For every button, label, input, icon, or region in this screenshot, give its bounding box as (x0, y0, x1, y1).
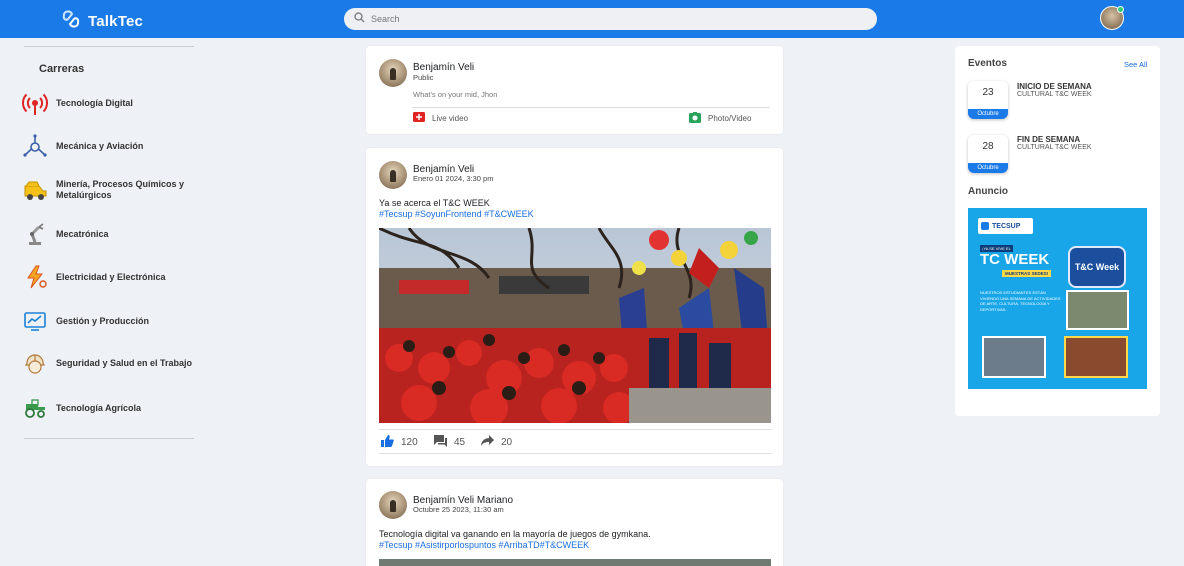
online-status-indicator (1117, 6, 1124, 13)
post-text: Ya se acerca el T&C WEEK (379, 198, 490, 208)
composer-input[interactable]: What's on your mid, Jhon (413, 90, 497, 99)
post-author-avatar[interactable] (379, 491, 407, 519)
event-day: 28 (982, 141, 994, 152)
post-date: Enero 01 2024, 3:30 pm (413, 174, 494, 183)
sidebar-item-mecatronica[interactable]: Mecatrónica (22, 221, 197, 247)
post-hashtags[interactable]: #Tecsup #Asistirporlospuntos #ArribaTD#T… (379, 540, 589, 550)
tecsup-mark-icon (981, 222, 989, 230)
event-month: Octubre (968, 109, 1008, 119)
ad-badge: T&C Week (1068, 246, 1126, 288)
photo-video-label: Photo/Video (708, 114, 752, 123)
event-date-badge: 28 Octubre (968, 135, 1008, 173)
careers-sidebar: Carreras (24, 46, 194, 77)
aircraft-icon (22, 133, 48, 159)
ad-banner[interactable]: TECSUP ¡YA SE VIVE EL TC WEEK MUESTRAS S… (968, 208, 1147, 389)
sidebar-item-tecnologia-digital[interactable]: Tecnología Digital (22, 90, 197, 116)
comment-count: 45 (454, 437, 466, 448)
sidebar-item-label: Mecatrónica (56, 228, 109, 239)
wifi-antenna-icon (22, 90, 48, 116)
ad-photo (982, 336, 1046, 378)
ad-brand-logo: TECSUP (978, 218, 1033, 234)
live-video-button[interactable]: Live video (413, 112, 468, 124)
ads-title: Anuncio (968, 186, 1008, 197)
share-button[interactable]: 20 (481, 435, 512, 449)
post-card: Benjamín Veli Enero 01 2024, 3:30 pm Ya … (366, 148, 783, 466)
like-count: 120 (401, 437, 418, 448)
live-video-label: Live video (432, 113, 469, 123)
comment-button[interactable]: 45 (434, 435, 465, 450)
sidebar-item-electricidad[interactable]: Electricidad y Electrónica (22, 264, 197, 290)
post-hashtags[interactable]: #Tecsup #SoyunFrontend #T&CWEEK (379, 209, 534, 219)
composer-divider (412, 107, 770, 108)
post-author-avatar[interactable] (379, 161, 407, 189)
sidebar-item-mecanica-aviacion[interactable]: Mecánica y Aviación (22, 133, 197, 159)
event-title[interactable]: INICIO DE SEMANA (1017, 82, 1092, 91)
thumbs-up-icon (381, 435, 394, 450)
ad-photo (1066, 290, 1129, 330)
share-count: 20 (501, 436, 513, 448)
video-camera-icon (413, 112, 425, 124)
sidebar-item-label: Minería, Procesos Químicos y Metalúrgico… (56, 179, 185, 200)
chart-monitor-icon (22, 308, 48, 334)
lightning-icon (22, 264, 48, 290)
post-date: Octubre 25 2023, 11:30 am (413, 505, 504, 514)
event-date-badge: 23 Octubre (968, 81, 1008, 119)
post-divider (379, 429, 771, 430)
photo-icon (689, 112, 701, 125)
photo-video-button[interactable]: Photo/Video (689, 112, 751, 125)
ad-body: NUESTROS ESTUDIANTES ESTÁN VIVIENDO UNA … (980, 290, 1061, 312)
app-name: TalkTec (88, 13, 144, 30)
hard-hat-icon (22, 350, 48, 376)
post-text: Tecnología digital va ganando en la mayo… (379, 529, 651, 539)
event-month: Octubre (968, 163, 1008, 173)
sidebar-item-seguridad[interactable]: Seguridad y Salud en el Trabajo (22, 350, 197, 376)
sidebar-item-label: Tecnología Agrícola (56, 402, 142, 413)
composer-visibility[interactable]: Public (413, 73, 433, 82)
sidebar-item-label: Seguridad y Salud en el Trabajo (56, 357, 193, 368)
ad-photo (1064, 336, 1128, 378)
sidebar-item-gestion[interactable]: Gestión y Producción (22, 308, 197, 334)
post-bottom-divider (379, 453, 771, 454)
post-composer: Benjamín Veli Public What's on your mid,… (366, 46, 783, 134)
app-logo[interactable]: TalkTec (60, 8, 143, 35)
sidebar-item-label: Tecnología Digital (56, 97, 133, 108)
tractor-icon (22, 395, 48, 421)
top-navbar: TalkTec (0, 0, 1184, 38)
composer-avatar (379, 59, 407, 87)
ad-headline: TC WEEK (980, 251, 1050, 268)
robot-arm-icon (22, 221, 48, 247)
search-bar[interactable] (344, 8, 877, 30)
sidebar-item-label: Electricidad y Electrónica (56, 271, 166, 282)
event-day: 23 (982, 87, 994, 98)
see-all-link[interactable]: See All (1124, 60, 1147, 69)
search-input[interactable] (371, 14, 851, 24)
ad-sub: MUESTRAS SEDES! (1002, 270, 1052, 277)
post-card: Benjamín Veli Mariano Octubre 25 2023, 1… (366, 479, 783, 566)
sidebar-item-label: Mecánica y Aviación (56, 140, 144, 151)
composer-user-name: Benjamín Veli (413, 62, 475, 73)
sidebar-item-label: Gestión y Producción (56, 315, 150, 326)
sidebar-title: Carreras (39, 63, 85, 75)
mining-truck-icon (22, 177, 48, 203)
comment-icon (434, 435, 447, 450)
event-subtitle: CULTURAL T&C WEEK (1017, 91, 1092, 98)
sidebar-item-mineria[interactable]: Minería, Procesos Químicos y Metalúrgico… (22, 177, 197, 203)
like-button[interactable]: 120 (381, 435, 418, 450)
event-subtitle: CULTURAL T&C WEEK (1017, 144, 1092, 151)
logo-icon (60, 8, 82, 35)
sidebar-top-divider (24, 46, 194, 47)
post-photo[interactable] (379, 559, 771, 566)
events-title: Eventos (968, 58, 1007, 69)
post-photo[interactable] (379, 228, 771, 423)
share-arrow-icon (481, 435, 494, 449)
event-title[interactable]: FIN DE SEMANA (1017, 135, 1080, 144)
sidebar-item-agricola[interactable]: Tecnología Agrícola (22, 395, 197, 421)
search-icon (354, 10, 365, 28)
sidebar-bottom-divider (24, 438, 194, 439)
